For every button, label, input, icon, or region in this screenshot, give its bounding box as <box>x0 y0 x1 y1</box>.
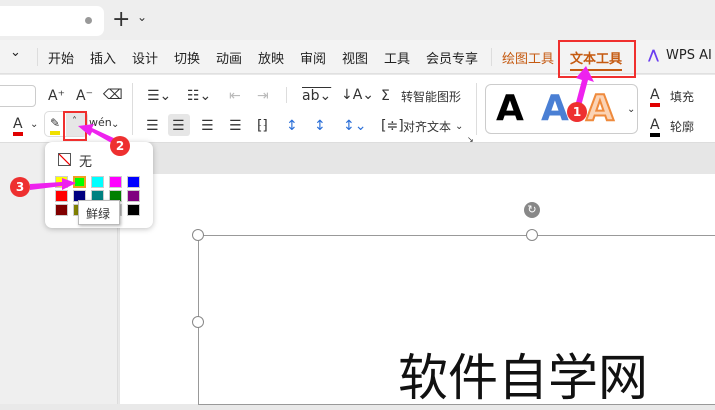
arrow-3 <box>30 178 76 190</box>
annotation-arrows <box>30 66 594 190</box>
annotation-badge-2: 2 <box>110 136 130 156</box>
annotation-badge-1: 1 <box>567 102 587 122</box>
annotation-badge-3: 3 <box>10 177 30 197</box>
